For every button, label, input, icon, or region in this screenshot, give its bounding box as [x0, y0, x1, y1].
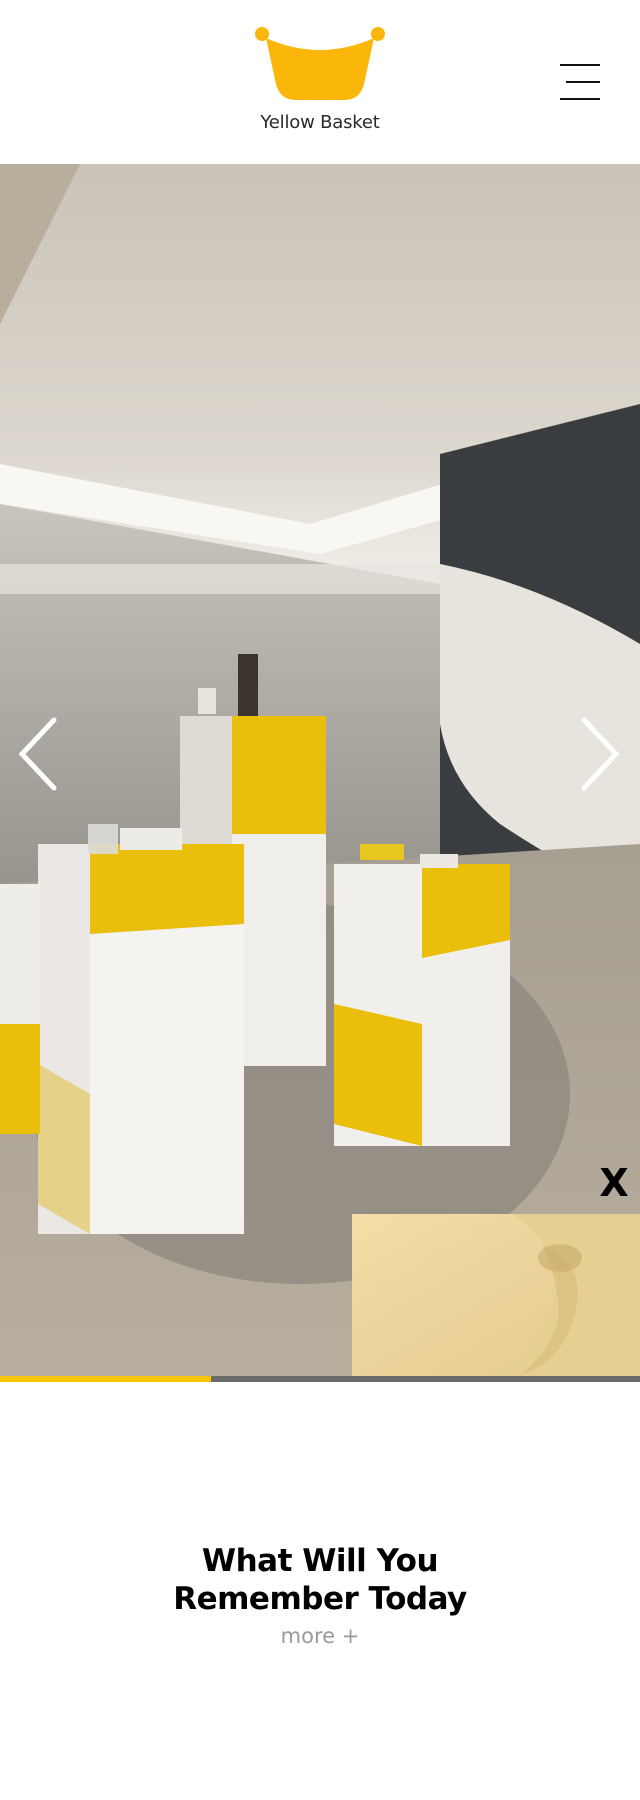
brand-name: Yellow Basket	[260, 112, 380, 133]
menu-button[interactable]	[556, 58, 604, 106]
intro-title-line-1: What Will You	[201, 1543, 439, 1579]
hero-slider: X	[0, 164, 640, 1382]
brand-logo[interactable]: Yellow Basket	[248, 22, 392, 142]
intro-section: What Will You Remember Today more +	[0, 1382, 640, 1800]
slide-image	[0, 164, 640, 1382]
intro-title-line-2: Remember Today	[173, 1581, 467, 1617]
intro-title: What Will You Remember Today	[0, 1542, 640, 1618]
basket-logo-icon	[255, 27, 385, 100]
cream-texture-image	[352, 1214, 640, 1382]
slider-prev-button[interactable]	[10, 712, 70, 796]
more-link[interactable]: more +	[0, 1624, 640, 1648]
slider-next-button[interactable]	[570, 712, 630, 796]
site-header: Yellow Basket	[0, 0, 640, 164]
hamburger-menu-icon-line	[560, 98, 600, 100]
hamburger-menu-icon-line	[566, 81, 600, 83]
chevron-right-icon	[581, 717, 620, 791]
popup-banner[interactable]	[352, 1214, 640, 1382]
popup-close-button[interactable]: X	[592, 1158, 636, 1208]
chevron-left-icon	[18, 717, 57, 791]
hamburger-menu-icon	[560, 64, 600, 66]
